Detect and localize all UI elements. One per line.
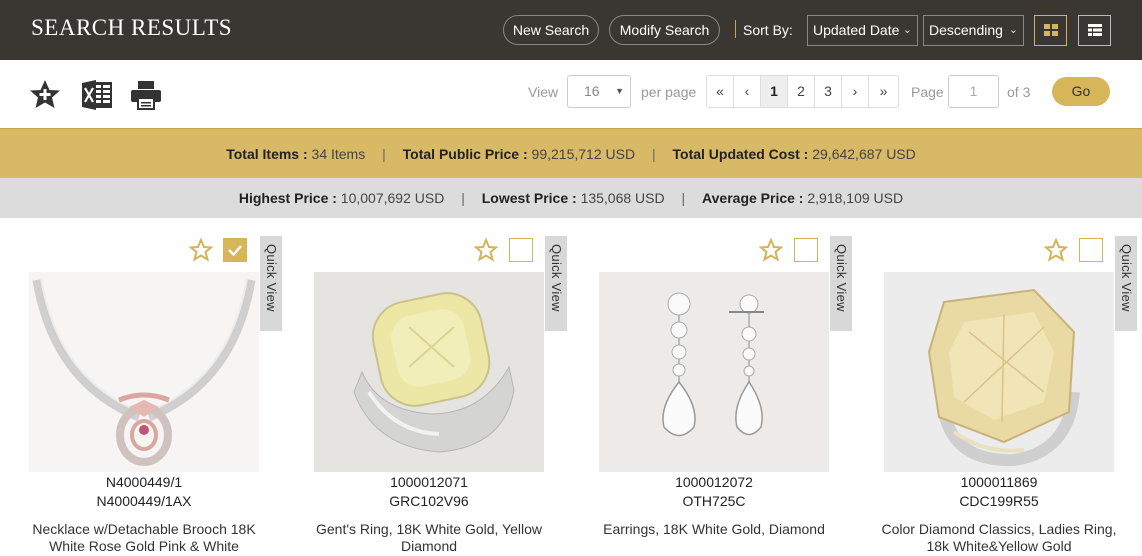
pagination: « ‹ 1 2 3 › » xyxy=(706,75,899,108)
list-view-icon xyxy=(1088,24,1102,36)
product-code: 1000012071 xyxy=(390,474,468,490)
quick-view-tab[interactable]: Quick View xyxy=(830,236,852,331)
highest-price-value: 10,007,692 USD xyxy=(340,190,445,206)
separator: | xyxy=(651,146,656,162)
lowest-price-label: Lowest Price : xyxy=(481,190,577,206)
separator: | xyxy=(382,146,386,162)
select-checkbox[interactable] xyxy=(509,238,533,262)
caret-down-icon: ▼ xyxy=(615,86,624,96)
quick-view-tab[interactable]: Quick View xyxy=(1115,236,1137,331)
product-image[interactable] xyxy=(884,272,1114,472)
product-image[interactable] xyxy=(29,272,259,472)
select-checkbox[interactable] xyxy=(1079,238,1103,262)
chevron-down-icon: ⌄ xyxy=(902,24,912,36)
product-sku: GRC102V96 xyxy=(389,493,469,509)
sort-field-value: Updated Date xyxy=(813,22,900,38)
total-public-price-value: 99,215,712 USD xyxy=(531,146,636,162)
lowest-price-value: 135,068 USD xyxy=(580,190,665,206)
view-label: View xyxy=(528,84,559,100)
select-checkbox[interactable] xyxy=(794,238,818,262)
print-icon[interactable] xyxy=(129,78,163,112)
page-title: SEARCH RESULTS xyxy=(31,15,233,40)
diamond-earrings-image xyxy=(662,292,764,437)
grid-view-button[interactable] xyxy=(1034,15,1067,46)
page-label: Page xyxy=(911,84,944,100)
sort-field-select[interactable]: Updated Date ⌄ xyxy=(807,15,918,46)
go-button[interactable]: Go xyxy=(1052,77,1110,106)
page-3-button[interactable]: 3 xyxy=(815,76,842,107)
star-icon[interactable] xyxy=(189,238,213,262)
separator: | xyxy=(681,190,686,206)
new-search-button[interactable]: New Search xyxy=(503,15,599,45)
separator: | xyxy=(461,190,465,206)
product-code: 1000011869 xyxy=(960,474,1038,490)
average-price-value: 2,918,109 USD xyxy=(807,190,904,206)
necklace-image xyxy=(32,277,256,466)
product-image[interactable] xyxy=(599,272,829,472)
favorites-star-icon[interactable] xyxy=(28,78,62,112)
modify-search-button[interactable]: Modify Search xyxy=(609,15,720,45)
per-page-value: 16 xyxy=(584,83,600,99)
quick-view-label: Quick View xyxy=(1119,244,1134,312)
total-items-value: 34 Items xyxy=(311,146,366,162)
quick-view-label: Quick View xyxy=(549,244,564,312)
product-code: N4000449/1 xyxy=(105,474,183,490)
per-page-label: per page xyxy=(641,84,697,100)
next-page-button[interactable]: › xyxy=(842,76,869,107)
product-card[interactable]: Quick View 1000011869 CDC199R55 Color Di… xyxy=(882,236,1139,556)
per-page-select[interactable]: 16 ▼ xyxy=(567,75,631,108)
total-public-price-label: Total Public Price : xyxy=(402,146,528,162)
price-stats: Highest Price : 10,007,692 USD | Lowest … xyxy=(0,190,1142,206)
first-page-button[interactable]: « xyxy=(707,76,734,107)
product-sku: OTH725C xyxy=(682,493,746,509)
quick-view-label: Quick View xyxy=(834,244,849,312)
divider xyxy=(735,20,736,38)
page-1-button[interactable]: 1 xyxy=(761,76,788,107)
select-checkbox[interactable] xyxy=(223,238,247,262)
total-updated-cost-value: 29,642,687 USD xyxy=(812,146,916,162)
total-items-label: Total Items : xyxy=(226,146,308,162)
quick-view-label: Quick View xyxy=(264,244,279,312)
page-2-button[interactable]: 2 xyxy=(788,76,815,107)
star-icon[interactable] xyxy=(759,238,783,262)
sort-by-label: Sort By: xyxy=(743,22,793,38)
chevron-down-icon: ⌄ xyxy=(1008,24,1018,36)
product-image[interactable] xyxy=(314,272,544,472)
sort-order-select[interactable]: Descending ⌄ xyxy=(923,15,1024,46)
product-card[interactable]: Quick View 1000012072 OTH725C Earrings, … xyxy=(599,236,854,556)
last-page-button[interactable]: » xyxy=(869,76,898,107)
total-updated-cost-label: Total Updated Cost : xyxy=(672,146,809,162)
quick-view-tab[interactable]: Quick View xyxy=(260,236,282,331)
product-card[interactable]: Quick View N4000449/1 N4000449/1AX Neckl… xyxy=(29,236,284,556)
checkmark-icon xyxy=(228,245,242,257)
prev-page-button[interactable]: ‹ xyxy=(734,76,761,107)
header-bar: SEARCH RESULTS New Search Modify Search … xyxy=(0,0,1142,60)
page-total-label: of 3 xyxy=(1007,84,1031,100)
highest-price-label: Highest Price : xyxy=(238,190,337,206)
totals-stats: Total Items : 34 Items | Total Public Pr… xyxy=(0,146,1142,162)
totals-band: Total Items : 34 Items | Total Public Pr… xyxy=(0,128,1142,178)
quick-view-tab[interactable]: Quick View xyxy=(545,236,567,331)
excel-export-icon[interactable] xyxy=(80,78,114,112)
list-view-button[interactable] xyxy=(1078,15,1111,46)
sort-order-value: Descending xyxy=(929,22,1003,38)
color-diamond-ring-image xyxy=(927,288,1080,467)
average-price-label: Average Price : xyxy=(702,190,804,206)
price-stats-band: Highest Price : 10,007,692 USD | Lowest … xyxy=(0,178,1142,218)
page-number-input[interactable]: 1 xyxy=(948,75,999,108)
grid-view-icon xyxy=(1044,24,1058,36)
star-icon[interactable] xyxy=(1044,238,1068,262)
product-card[interactable]: Quick View 1000012071 GRC102V96 Gent's R… xyxy=(314,236,569,556)
product-description: Earrings, 18K White Gold, Diamond xyxy=(603,521,825,537)
star-icon[interactable] xyxy=(474,238,498,262)
product-code: 1000012072 xyxy=(675,474,753,490)
product-sku: N4000449/1AX xyxy=(96,493,192,509)
product-sku: CDC199R55 xyxy=(959,493,1039,509)
yellow-diamond-ring-image xyxy=(353,292,515,453)
